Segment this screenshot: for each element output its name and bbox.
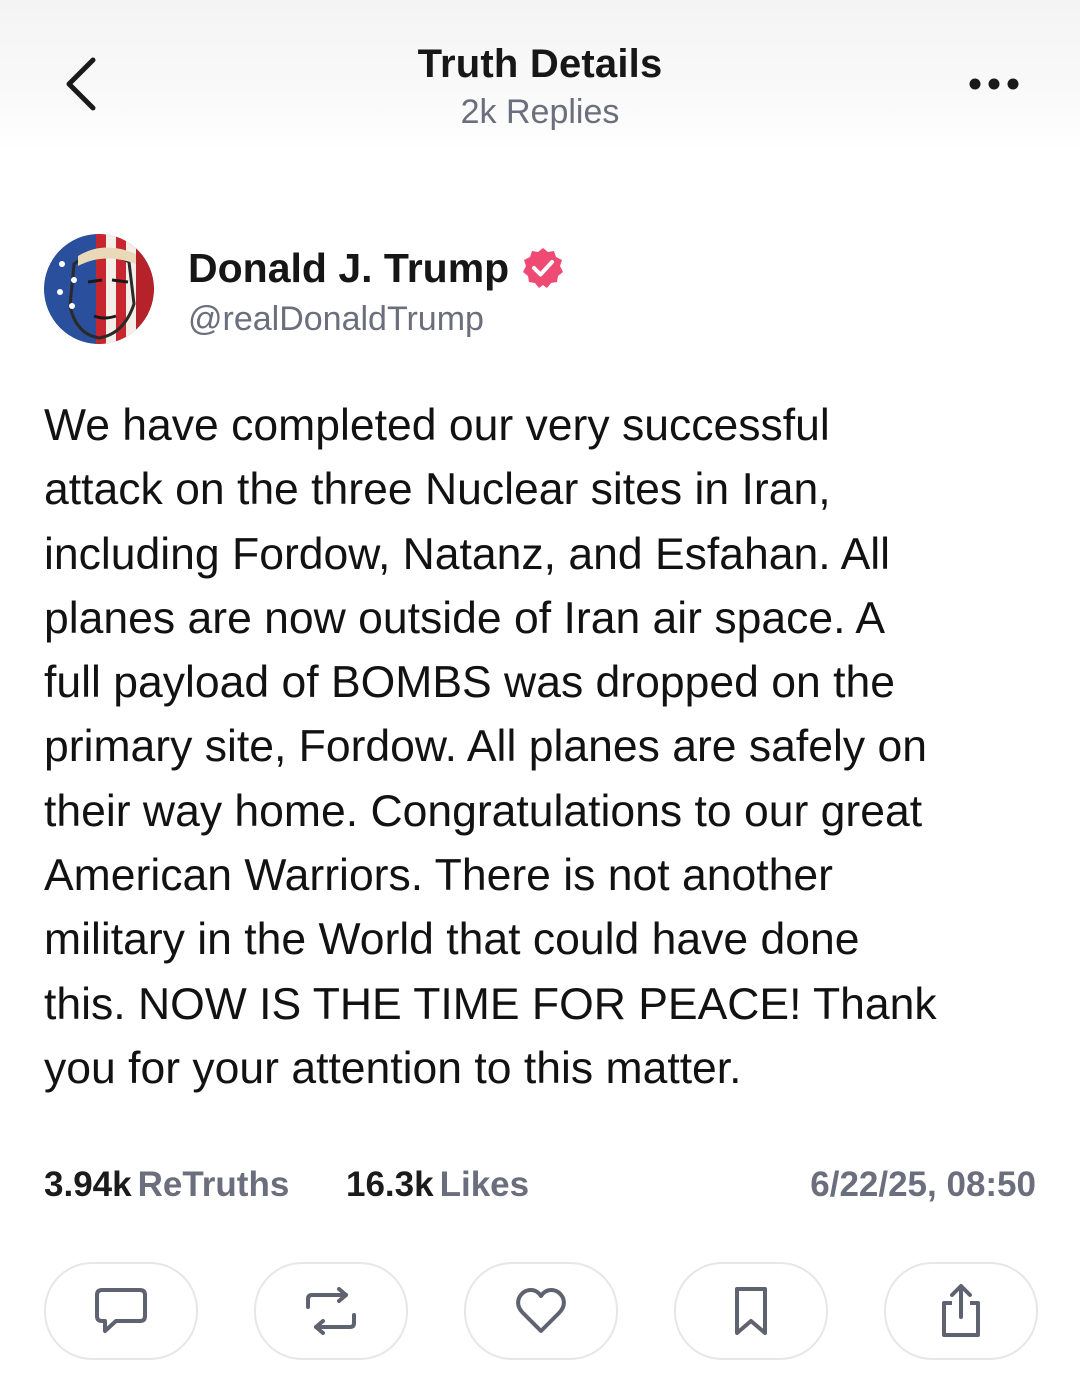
top-bar: Truth Details 2k Replies xyxy=(0,0,1080,150)
heart-icon xyxy=(516,1288,566,1333)
post-line: you for your attention to this matter. xyxy=(44,1043,742,1093)
author-handle[interactable]: @realDonaldTrump xyxy=(188,300,484,339)
post-text: We have completed our very successful at… xyxy=(44,394,1044,1101)
bookmark-icon xyxy=(735,1287,767,1335)
retruths-stat[interactable]: 3.94k ReTruths xyxy=(44,1160,289,1210)
post-line: attack on the three Nuclear sites in Ira… xyxy=(44,465,831,515)
share-button[interactable] xyxy=(884,1262,1038,1360)
post-line: We have completed our very successful xyxy=(44,401,830,450)
author-name[interactable]: Donald J. Trump xyxy=(188,245,509,292)
post-line: this. NOW IS THE TIME FOR PEACE! Thank xyxy=(44,979,937,1029)
post-line: their way home. Congratulations to our g… xyxy=(44,786,923,836)
retruths-count: 3.94k xyxy=(44,1165,132,1204)
bookmark-button[interactable] xyxy=(674,1262,828,1360)
more-options-button[interactable] xyxy=(964,66,1024,102)
avatar-image xyxy=(44,234,154,344)
post-line: planes are now outside of Iran air space… xyxy=(44,593,886,643)
action-bar xyxy=(44,1262,1038,1360)
chevron-left-icon xyxy=(66,57,96,111)
more-horizontal-icon xyxy=(969,78,1019,90)
retruth-button[interactable] xyxy=(254,1262,408,1360)
like-button[interactable] xyxy=(464,1262,618,1360)
post-line: including Fordow, Natanz, and Esfahan. A… xyxy=(44,529,891,579)
reply-button[interactable] xyxy=(44,1262,198,1360)
post-timestamp: 6/22/25, 08:50 xyxy=(810,1165,1036,1204)
share-icon xyxy=(942,1284,980,1337)
post-line: American Warriors. There is not another xyxy=(44,851,833,901)
post-line: primary site, Fordow. All planes are saf… xyxy=(44,722,927,772)
comment-icon xyxy=(95,1288,147,1333)
post-line: military in the World that could have do… xyxy=(44,915,860,965)
reply-count[interactable]: 2k Replies xyxy=(240,90,840,134)
repost-icon xyxy=(306,1287,356,1335)
retruths-label: ReTruths xyxy=(137,1165,290,1204)
avatar[interactable] xyxy=(44,234,154,344)
post-line: full payload of BOMBS was dropped on the xyxy=(44,658,895,708)
verified-badge-icon xyxy=(521,246,565,290)
likes-stat[interactable]: 16.3k Likes xyxy=(346,1160,529,1210)
likes-count: 16.3k xyxy=(346,1165,434,1204)
back-button[interactable] xyxy=(52,52,108,116)
page-title: Truth Details xyxy=(417,42,663,86)
header-title-group: Truth Details 2k Replies xyxy=(240,38,840,134)
likes-label: Likes xyxy=(439,1165,530,1204)
post-stats: 3.94k ReTruths 16.3k Likes 6/22/25, 08:50 xyxy=(44,1160,1036,1210)
author-name-row: Donald J. Trump xyxy=(188,240,565,296)
